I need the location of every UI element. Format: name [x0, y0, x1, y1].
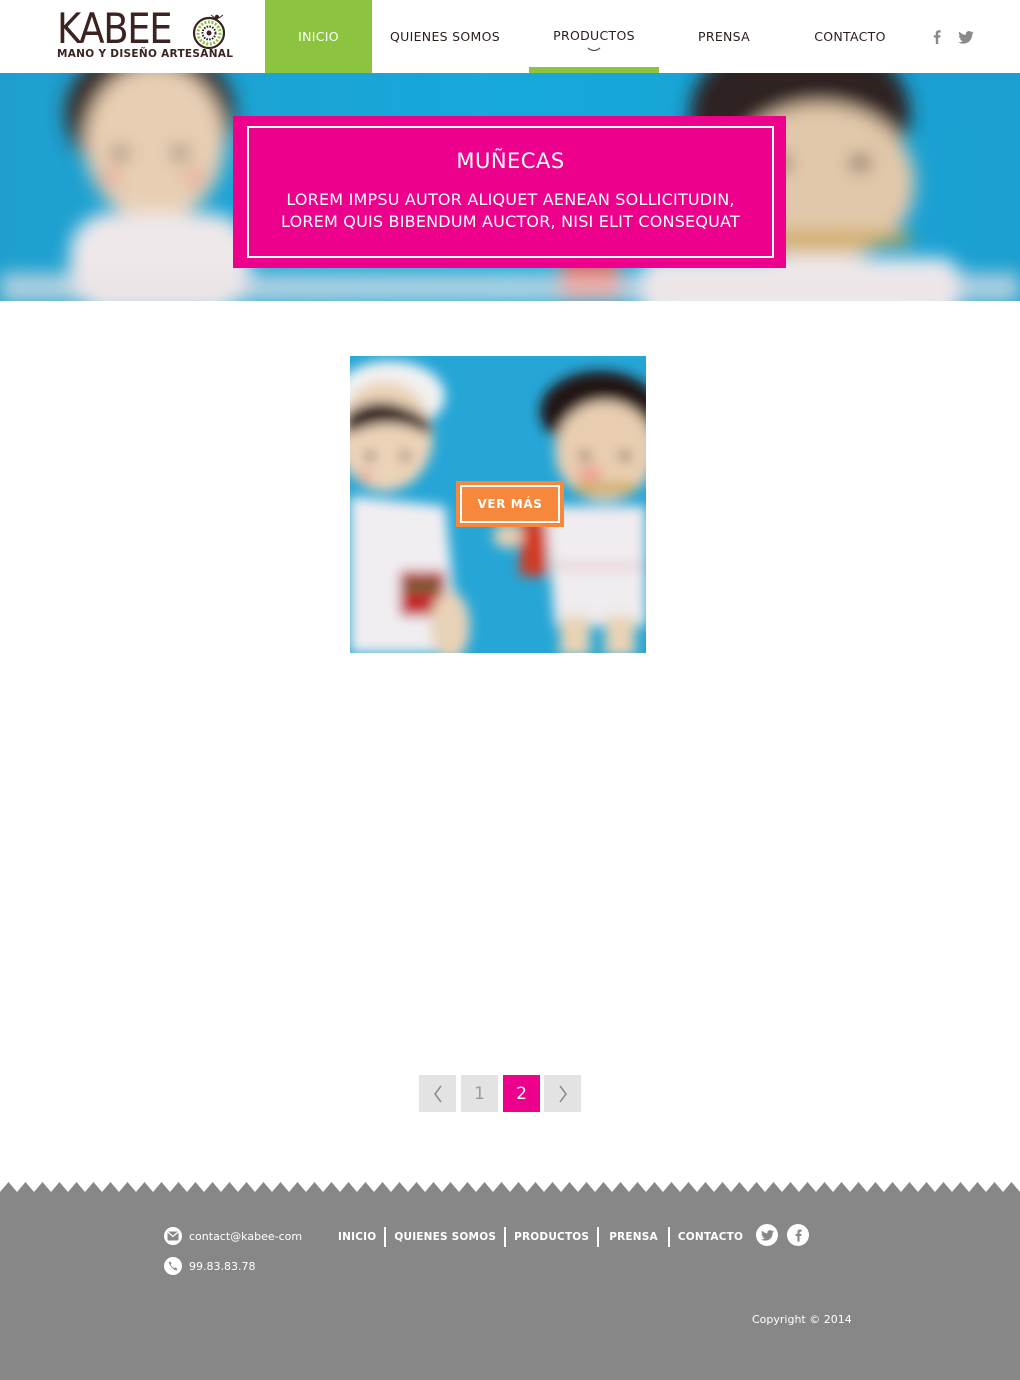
nav-prensa-label: PRENSA [698, 29, 750, 44]
nav-quienes-somos[interactable]: QUIENES SOMOS [380, 0, 510, 73]
phone-icon [164, 1257, 182, 1275]
footer-nav: INICIO QUIENES SOMOS PRODUCTOS PRENSA CO… [330, 1226, 751, 1248]
facebook-icon[interactable] [928, 28, 946, 46]
hero-subtitle-line1: LOREM IMPSU AUTOR ALIQUET AENEAN SOLLICI… [286, 190, 735, 209]
product-card[interactable]: VER MÁS [350, 356, 646, 653]
nav-inicio-label: INICIO [298, 29, 339, 44]
hero-banner: MUÑECAS LOREM IMPSU AUTOR ALIQUET AENEAN… [0, 73, 1020, 301]
site-header: KABEE MANO Y DISEÑO ARTESANAL INICIO QUI… [0, 0, 1020, 73]
logo-tagline: MANO Y DISEÑO ARTESANAL [57, 48, 234, 60]
footer-zigzag-background [0, 1182, 1020, 1380]
ver-mas-label: VER MÁS [460, 485, 560, 523]
chevron-down-icon [587, 47, 601, 52]
hero-title-frame: MUÑECAS LOREM IMPSU AUTOR ALIQUET AENEAN… [247, 126, 774, 258]
flower-icon [192, 14, 226, 50]
logo[interactable]: KABEE MANO Y DISEÑO ARTESANAL [57, 4, 247, 64]
facebook-icon[interactable] [787, 1224, 809, 1246]
nav-quienes-somos-label: QUIENES SOMOS [390, 29, 500, 44]
chevron-left-icon [433, 1085, 442, 1102]
hero-title: MUÑECAS [456, 149, 565, 173]
footer-email-text: contact@kabee-com [189, 1229, 303, 1243]
pagination-prev-button[interactable] [419, 1075, 456, 1112]
twitter-icon[interactable] [756, 1224, 778, 1246]
nav-productos[interactable]: PRODUCTOS [529, 0, 659, 73]
footer-nav-contacto[interactable]: CONTACTO [670, 1231, 751, 1243]
footer-nav-productos[interactable]: PRODUCTOS [506, 1231, 597, 1243]
footer-nav-quienes-somos[interactable]: QUIENES SOMOS [386, 1231, 504, 1243]
nav-contacto[interactable]: CONTACTO [795, 0, 905, 73]
site-footer: contact@kabee-com 99.83.83.78 INICIO QUI… [0, 1182, 1020, 1380]
logo-wordmark: KABEE [57, 4, 173, 53]
footer-nav-prensa[interactable]: PRENSA [599, 1231, 668, 1243]
hero-subtitle-line2: LOREM QUIS BIBENDUM AUCTOR, NISI ELIT CO… [281, 212, 740, 231]
footer-nav-inicio[interactable]: INICIO [330, 1231, 384, 1243]
pagination-page-2[interactable]: 2 [503, 1075, 540, 1112]
nav-prensa[interactable]: PRENSA [668, 0, 780, 73]
nav-productos-label: PRODUCTOS [553, 28, 635, 43]
twitter-icon[interactable] [957, 28, 975, 46]
hero-title-box: MUÑECAS LOREM IMPSU AUTOR ALIQUET AENEAN… [233, 116, 786, 268]
footer-email[interactable]: contact@kabee-com [164, 1227, 302, 1245]
envelope-icon [164, 1227, 182, 1245]
footer-phone-text: 99.83.83.78 [189, 1259, 256, 1273]
chevron-right-icon [558, 1085, 567, 1102]
pagination-page-1[interactable]: 1 [461, 1075, 498, 1112]
pagination-page-2-label: 2 [516, 1083, 527, 1104]
footer-phone[interactable]: 99.83.83.78 [164, 1257, 255, 1275]
ver-mas-button[interactable]: VER MÁS [456, 481, 564, 527]
nav-contacto-label: CONTACTO [814, 29, 886, 44]
nav-inicio[interactable]: INICIO [265, 0, 372, 73]
hero-subtitle: LOREM IMPSU AUTOR ALIQUET AENEAN SOLLICI… [249, 189, 772, 233]
pagination-next-button[interactable] [544, 1075, 581, 1112]
pagination-page-1-label: 1 [474, 1083, 485, 1104]
copyright-text: Copyright © 2014 [752, 1313, 852, 1326]
